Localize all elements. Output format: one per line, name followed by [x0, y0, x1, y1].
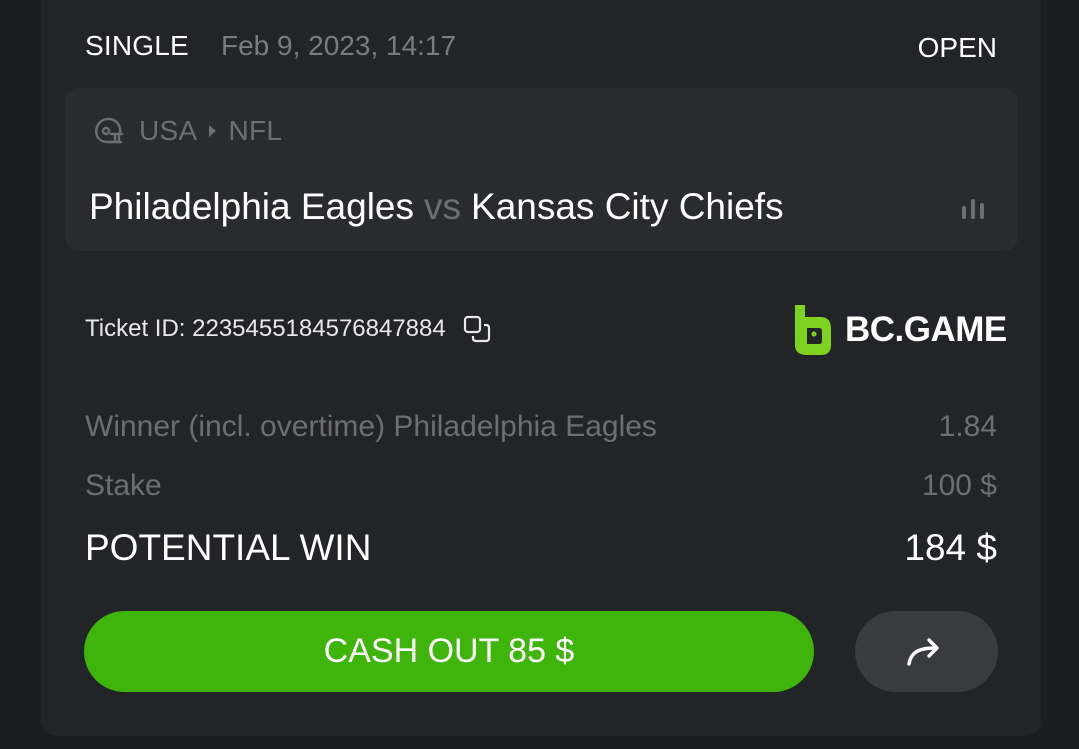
away-team: Kansas City Chiefs [471, 186, 784, 227]
potential-win-label: POTENTIAL WIN [85, 527, 372, 568]
football-helmet-icon [95, 117, 124, 144]
match-title: Philadelphia Eagles vs Kansas City Chiefs [89, 186, 784, 228]
stake-label: Stake [85, 469, 162, 502]
breadcrumb: USA NFL [91, 114, 282, 148]
bet-header: SINGLE Feb 9, 2023, 14:17 OPEN [85, 24, 997, 64]
potential-win-value: 184 $ [904, 527, 997, 568]
selection-market: Winner (incl. overtime) Philadelphia Eag… [85, 410, 657, 443]
home-team: Philadelphia Eagles [89, 186, 415, 227]
ticket-id: Ticket ID: 223545518457684788​4 [85, 314, 492, 344]
chevron-right-icon [209, 125, 217, 137]
selection-odds: 1.84 [938, 410, 997, 443]
brand-logo: BC.GAME [793, 303, 1007, 357]
cash-out-button[interactable]: CASH OUT 85 $ [84, 611, 814, 692]
event-panel[interactable]: USA NFL Philadelphia Eagles vs Kansas City… [65, 88, 1018, 251]
stake-value: 100 $ [921, 469, 997, 502]
bc-game-logo-icon [795, 305, 831, 355]
bet-status: OPEN [917, 32, 997, 63]
breadcrumb-country[interactable]: USA [139, 115, 197, 147]
share-button[interactable] [855, 611, 998, 692]
bet-type: SINGLE [85, 30, 189, 61]
brand-name: BC.GAME [845, 310, 1007, 349]
copy-icon[interactable] [462, 314, 492, 344]
bet-slip-card: SINGLE Feb 9, 2023, 14:17 OPEN USA NFL P… [41, 0, 1041, 736]
breadcrumb-league[interactable]: NFL [228, 115, 282, 147]
bet-date: Feb 9, 2023, 14:17 [221, 30, 457, 61]
bar-chart-icon[interactable] [958, 193, 988, 223]
vs-label: vs [424, 186, 462, 227]
ticket-id-text: Ticket ID: 223545518457684788​4 [85, 315, 446, 342]
share-arrow-icon [906, 637, 939, 666]
